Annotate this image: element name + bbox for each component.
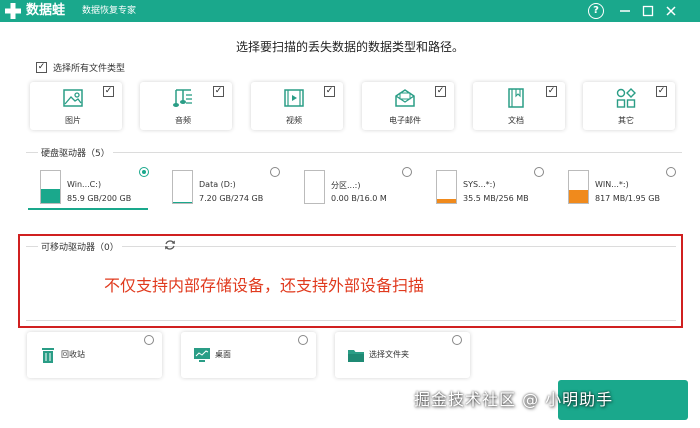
disk-icon [436, 170, 457, 204]
other-type-label: 其它 [618, 116, 634, 125]
disk-size: 7.20 GB/274 GB [199, 194, 264, 203]
disk-icon [304, 170, 325, 204]
location-desktop[interactable]: 桌面 [181, 332, 316, 378]
select-folder-radio[interactable] [452, 335, 462, 345]
other-icon [616, 88, 636, 108]
image-icon [63, 89, 83, 107]
file-type-video[interactable]: ✓ 视频 [251, 82, 343, 130]
disk-card[interactable]: Win...C:) 85.9 GB/200 GB [28, 164, 149, 210]
video-type-checkbox[interactable]: ✓ [324, 86, 335, 97]
file-type-email[interactable]: ✓ 电子邮件 [362, 82, 454, 130]
file-type-audio[interactable]: ✓ 音频 [140, 82, 232, 130]
select-all-label: 选择所有文件类型 [53, 63, 126, 74]
file-type-document[interactable]: ✓ 文档 [473, 82, 565, 130]
app-name: 数据蛙 [26, 3, 66, 18]
audio-type-checkbox[interactable]: ✓ [213, 86, 224, 97]
audio-type-label: 音频 [175, 116, 191, 125]
disk-size: 0.00 B/16.0 M [331, 194, 387, 203]
close-button[interactable] [663, 3, 679, 19]
email-type-label: 电子邮件 [389, 116, 421, 125]
disk-icon [568, 170, 589, 204]
disk-size: 35.5 MB/256 MB [463, 194, 529, 203]
minimize-icon [620, 10, 630, 12]
disk-radio[interactable] [270, 167, 280, 177]
hard-drive-section-label: 硬盘驱动器（5） [38, 146, 113, 159]
location-recycle-bin[interactable]: 回收站 [27, 332, 162, 378]
location-select-folder[interactable]: 选择文件夹 [335, 332, 470, 378]
desktop-icon [194, 348, 210, 362]
close-icon [666, 6, 676, 16]
select-all-check-icon: ✓ [36, 61, 47, 73]
document-type-checkbox[interactable]: ✓ [546, 86, 557, 97]
disk-name: 分区...:) [331, 181, 361, 190]
refresh-icon[interactable] [164, 239, 176, 251]
disk-usage-fill [41, 189, 60, 203]
select-all-checkbox[interactable]: ✓ 选择所有文件类型 [36, 60, 125, 74]
disk-card[interactable]: 分区...:) 0.00 B/16.0 M [292, 164, 412, 210]
help-button[interactable]: ? [588, 3, 604, 19]
hard-drive-divider [26, 152, 682, 153]
disk-card[interactable]: SYS...*:) 35.5 MB/256 MB [424, 164, 544, 210]
title-bar: 数据蛙 数据恢复专家 ? [0, 0, 700, 22]
disk-icon [40, 170, 61, 204]
file-type-image[interactable]: ✓ 图片 [30, 82, 122, 130]
removable-divider [26, 246, 676, 247]
email-type-checkbox[interactable]: ✓ [435, 86, 446, 97]
disk-usage-fill [437, 198, 456, 203]
disk-size: 85.9 GB/200 GB [67, 194, 132, 203]
desktop-radio[interactable] [298, 335, 308, 345]
desktop-label: 桌面 [215, 350, 231, 359]
folder-icon [348, 350, 364, 362]
disk-name: Win...C:) [67, 180, 102, 189]
maximize-icon [642, 5, 654, 17]
disk-radio[interactable] [402, 167, 412, 177]
app-logo-icon [5, 3, 21, 19]
disk-radio[interactable] [666, 167, 676, 177]
recycle-bin-icon [42, 348, 54, 363]
maximize-button[interactable] [640, 3, 656, 19]
document-type-label: 文档 [508, 116, 524, 125]
video-type-label: 视频 [286, 116, 302, 125]
recycle-bin-radio[interactable] [144, 335, 154, 345]
select-folder-label: 选择文件夹 [369, 350, 409, 359]
watermark: 掘金技术社区 @ 小明助手 [414, 390, 614, 409]
disk-name: Data (D:) [199, 180, 236, 189]
annotation-text: 不仅支持内部存储设备，还支持外部设备扫描 [104, 276, 425, 295]
disk-usage-fill [569, 189, 588, 203]
page-heading: 选择要扫描的丢失数据的数据类型和路径。 [235, 40, 464, 54]
file-type-other[interactable]: ✓ 其它 [583, 82, 675, 130]
document-icon [508, 88, 524, 108]
disk-card[interactable]: Data (D:) 7.20 GB/274 GB [160, 164, 280, 210]
disk-card[interactable]: WIN...*:) 817 MB/1.95 GB [556, 164, 676, 210]
removable-bottom-divider [26, 320, 676, 321]
video-icon [284, 89, 304, 107]
disk-usage-fill [173, 202, 192, 203]
music-icon [173, 89, 192, 107]
disk-icon [172, 170, 193, 204]
recycle-bin-label: 回收站 [61, 350, 85, 359]
app-subtitle: 数据恢复专家 [82, 6, 137, 16]
disk-name: SYS...*:) [463, 180, 496, 189]
image-type-label: 图片 [65, 116, 81, 125]
disk-radio[interactable] [534, 167, 544, 177]
disk-size: 817 MB/1.95 GB [595, 194, 660, 203]
disk-radio[interactable] [139, 167, 149, 177]
email-icon [395, 89, 415, 107]
image-type-checkbox[interactable]: ✓ [103, 86, 114, 97]
removable-section-label: 可移动驱动器（0） [38, 240, 122, 253]
minimize-button[interactable] [617, 3, 633, 19]
other-type-checkbox[interactable]: ✓ [656, 86, 667, 97]
disk-name: WIN...*:) [595, 180, 629, 189]
